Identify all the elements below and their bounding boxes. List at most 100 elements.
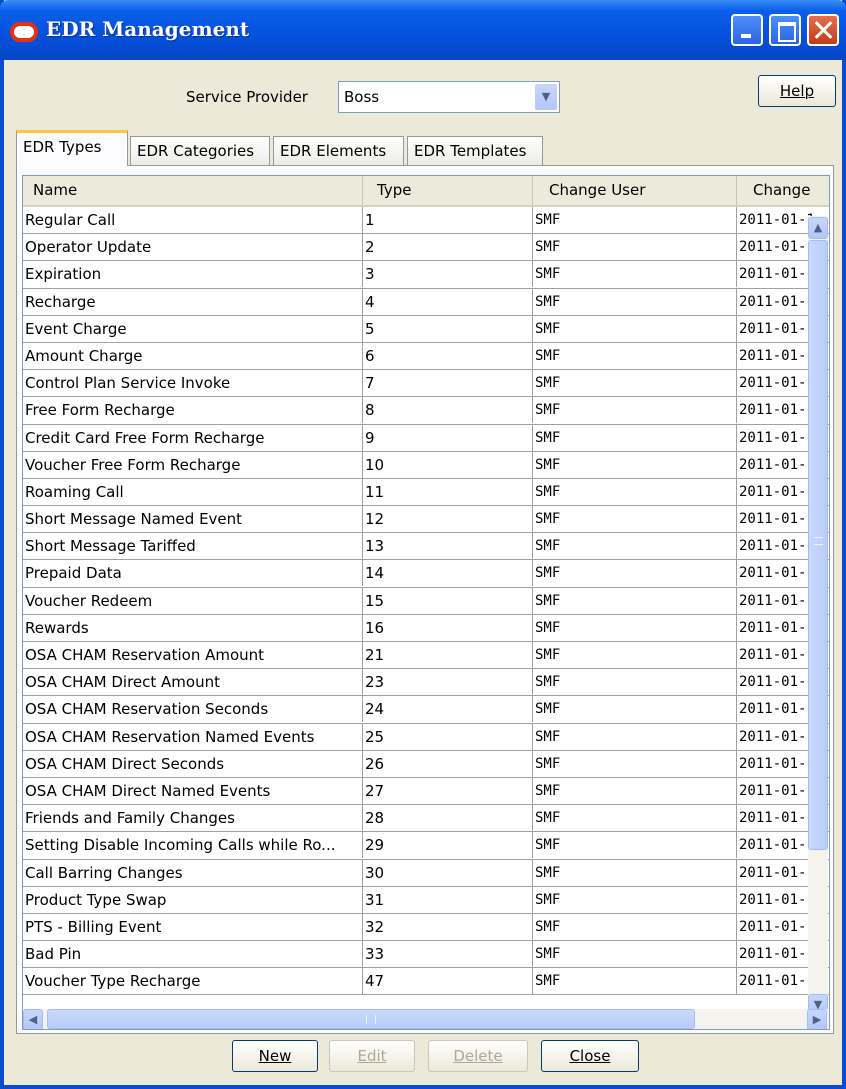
cell-change-user: SMF — [533, 370, 737, 397]
cell-name: OSA CHAM Reservation Amount — [23, 642, 363, 668]
help-button[interactable]: Help — [758, 75, 836, 107]
cell-name: Credit Card Free Form Recharge — [23, 424, 363, 451]
table-body: Regular Call 1 SMF 2011-01-1 Operator Update… — [23, 207, 829, 996]
cell-name: Event Charge — [23, 315, 363, 342]
table-row[interactable]: Control Plan Service Invoke 7 SMF 2011-01-1 — [23, 370, 829, 398]
horizontal-scrollbar[interactable] — [23, 1009, 829, 1029]
table-row[interactable]: Credit Card Free Form Recharge 9 SMF 2011-0… — [23, 424, 829, 452]
cell-type: 30 — [363, 859, 533, 886]
table-header: Name Type Change User Change — [23, 176, 829, 207]
tab-edr-types[interactable]: EDR Types — [16, 130, 128, 166]
cell-change-user: SMF — [533, 614, 737, 641]
cell-type: 47 — [363, 968, 533, 995]
table-row[interactable]: PTS - Billing Event 32 SMF 2011-01-1 — [23, 913, 829, 942]
table-row[interactable]: Expiration 3 SMF 2011-01-1 — [23, 261, 829, 289]
cell-type: 26 — [363, 750, 533, 777]
cell-type: 14 — [363, 560, 533, 587]
table-row[interactable]: Setting Disable Incoming Calls while Ro.… — [23, 832, 829, 860]
cell-name: Recharge — [23, 288, 363, 315]
app-logo-icon — [10, 22, 38, 42]
cell-name: Bad Pin — [23, 941, 363, 968]
cell-change-user: SMF — [533, 560, 737, 587]
vertical-scrollbar[interactable] — [808, 216, 828, 1016]
table-row[interactable]: Amount Charge 6 SMF 2011-01-1 — [23, 342, 829, 371]
table-row[interactable]: Voucher Free Form Recharge 10 SMF 2011-01-1 — [23, 451, 829, 479]
vertical-scroll-thumb[interactable] — [808, 240, 828, 850]
cell-type: 29 — [363, 832, 533, 859]
tab-edr-templates[interactable]: EDR Templates — [407, 136, 543, 166]
table-row[interactable]: Voucher Type Recharge 47 SMF 2011-01-1 — [23, 968, 829, 996]
cell-name: OSA CHAM Direct Named Events — [23, 777, 363, 804]
close-button[interactable]: Close — [541, 1040, 639, 1072]
cell-name: Regular Call — [23, 207, 363, 233]
table-row[interactable]: Product Type Swap 31 SMF 2011-01-1 — [23, 886, 829, 914]
edit-button[interactable]: Edit — [329, 1040, 415, 1072]
scroll-right-icon[interactable]: ▶ — [807, 1009, 827, 1029]
table-row[interactable]: OSA CHAM Direct Named Events 27 SMF 2011-01… — [23, 777, 829, 806]
maximize-icon[interactable] — [769, 14, 801, 46]
table-row[interactable]: Prepaid Data 14 SMF 2011-01-1 — [23, 560, 829, 588]
table-row[interactable]: OSA CHAM Reservation Seconds 24 SMF 2011-01… — [23, 696, 829, 724]
table-row[interactable]: Voucher Redeem 15 SMF 2011-01-1 — [23, 587, 829, 615]
scroll-left-icon[interactable]: ◀ — [23, 1009, 43, 1029]
table-row[interactable]: Recharge 4 SMF 2011-01-1 — [23, 288, 829, 316]
minimize-icon[interactable] — [731, 14, 763, 46]
cell-type: 6 — [363, 342, 533, 369]
cell-type: 15 — [363, 587, 533, 614]
table-row[interactable]: Short Message Tariffed 13 SMF 2011-01-1 — [23, 533, 829, 561]
chevron-down-icon[interactable]: ▼ — [535, 84, 557, 110]
cell-change-user: SMF — [533, 968, 737, 995]
cell-type: 12 — [363, 506, 533, 533]
cell-type: 9 — [363, 424, 533, 451]
delete-button[interactable]: Delete — [428, 1040, 528, 1072]
cell-change-user: SMF — [533, 234, 737, 261]
cell-change-user: SMF — [533, 805, 737, 832]
title-bar[interactable]: EDR Management — [0, 0, 846, 60]
table-row[interactable]: Free Form Recharge 8 SMF 2011-01-1 — [23, 397, 829, 425]
cell-type: 1 — [363, 207, 533, 233]
cell-type: 33 — [363, 941, 533, 968]
cell-type: 11 — [363, 478, 533, 505]
table-row[interactable]: Short Message Named Event 12 SMF 2011-01-1 — [23, 506, 829, 534]
close-icon[interactable] — [807, 14, 839, 46]
column-header-change-user[interactable]: Change User — [533, 176, 737, 205]
grip-icon — [814, 537, 823, 545]
cell-name: Free Form Recharge — [23, 397, 363, 424]
table-row[interactable]: Roaming Call 11 SMF 2011-01-1 — [23, 478, 829, 507]
service-provider-value: Boss — [344, 88, 380, 106]
cell-change-user: SMF — [533, 723, 737, 750]
window-title: EDR Management — [46, 17, 250, 41]
horizontal-scroll-thumb[interactable] — [47, 1009, 695, 1029]
scroll-up-icon[interactable]: ▲ — [808, 217, 828, 239]
service-provider-select[interactable]: Boss ▼ — [338, 81, 560, 113]
cell-type: 8 — [363, 397, 533, 424]
table-row[interactable]: Friends and Family Changes 28 SMF 2011-01-1 — [23, 805, 829, 833]
new-button[interactable]: New — [232, 1040, 318, 1072]
cell-type: 28 — [363, 805, 533, 832]
cell-type: 25 — [363, 723, 533, 750]
cell-name: Amount Charge — [23, 342, 363, 369]
cell-change-user: SMF — [533, 288, 737, 315]
table-row[interactable]: OSA CHAM Reservation Named Events 25 SMF 20… — [23, 723, 829, 751]
cell-name: Product Type Swap — [23, 886, 363, 913]
cell-change-user: SMF — [533, 533, 737, 560]
table-row[interactable]: OSA CHAM Direct Seconds 26 SMF 2011-01-1 — [23, 750, 829, 778]
table-row[interactable]: Event Charge 5 SMF 2011-01-1 — [23, 315, 829, 343]
table-row[interactable]: Rewards 16 SMF 2011-01-1 — [23, 614, 829, 642]
table-row[interactable]: Bad Pin 33 SMF 2011-01-1 — [23, 941, 829, 969]
column-header-name[interactable]: Name — [23, 176, 363, 205]
tab-edr-elements[interactable]: EDR Elements — [273, 136, 404, 166]
cell-name: OSA CHAM Direct Amount — [23, 669, 363, 696]
column-header-type[interactable]: Type — [363, 176, 533, 205]
table-row[interactable]: Regular Call 1 SMF 2011-01-1 — [23, 207, 829, 235]
cell-type: 21 — [363, 642, 533, 668]
cell-change-user: SMF — [533, 478, 737, 505]
tab-edr-categories[interactable]: EDR Categories — [130, 136, 270, 166]
table-row[interactable]: Operator Update 2 SMF 2011-01-1 — [23, 234, 829, 262]
cell-change-user: SMF — [533, 941, 737, 968]
table-row[interactable]: OSA CHAM Direct Amount 23 SMF 2011-01-1 — [23, 669, 829, 697]
table-row[interactable]: Call Barring Changes 30 SMF 2011-01-1 — [23, 859, 829, 887]
column-header-change[interactable]: Change — [737, 176, 829, 205]
table-row[interactable]: OSA CHAM Reservation Amount 21 SMF 2011-01-… — [23, 642, 829, 670]
cell-change-user: SMF — [533, 913, 737, 940]
